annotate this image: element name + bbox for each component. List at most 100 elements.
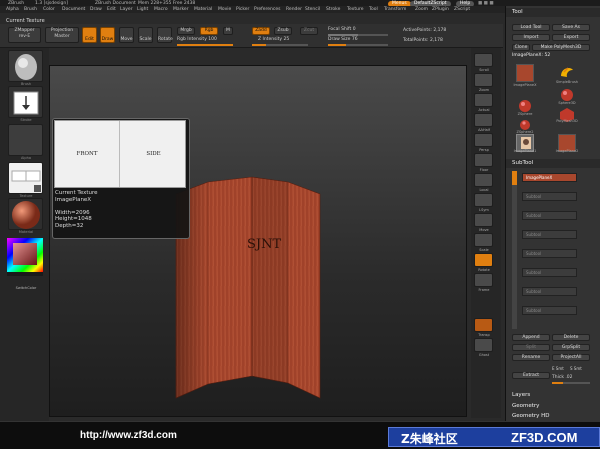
subtool-slot[interactable]: Subtool	[522, 268, 577, 277]
menu-zscript[interactable]: ZScript	[454, 7, 470, 12]
mrgb-button[interactable]: Mrgb	[177, 27, 195, 35]
draw-button[interactable]: Draw	[100, 27, 115, 43]
subtool-slot[interactable]: Subtool	[522, 230, 577, 239]
subtool-slot[interactable]: Subtool	[522, 249, 577, 258]
menu-material[interactable]: Material	[194, 7, 212, 12]
subtool-scrollbar[interactable]	[512, 171, 517, 329]
lsym-button[interactable]	[474, 193, 493, 207]
save-as-button[interactable]: Save As	[552, 24, 590, 31]
switch-color-label[interactable]: SwitchColor	[6, 286, 46, 290]
project-all-button[interactable]: ProjectAll	[552, 354, 590, 361]
texture-thumbnail[interactable]	[8, 162, 43, 194]
s-smt-label[interactable]: S Smt	[570, 366, 582, 371]
current-tool-label: ImagePlaneX: 52	[512, 53, 551, 58]
menu-brush[interactable]: Brush	[24, 7, 37, 12]
thick-slider[interactable]	[552, 382, 590, 384]
rotate-button[interactable]: Rotate	[157, 27, 173, 43]
menu-texture[interactable]: Texture	[347, 7, 363, 12]
material-thumbnail[interactable]	[8, 198, 43, 230]
menu-preferences[interactable]: Preferences	[254, 7, 280, 12]
subtool-scroll-thumb[interactable]	[512, 171, 517, 185]
scale-button[interactable]: Scale	[138, 27, 153, 43]
menu-stencil[interactable]: Stencil	[305, 7, 320, 12]
color-picker[interactable]	[7, 238, 43, 276]
geometry-header[interactable]: Geometry	[506, 402, 600, 411]
scroll-button[interactable]	[474, 53, 493, 67]
load-tool-button[interactable]: Load Tool	[512, 24, 550, 31]
menu-layer[interactable]: Layer	[120, 7, 133, 12]
zcut-button[interactable]: Zcut	[300, 27, 318, 35]
imageplane2-label: ImagePlane2	[555, 149, 579, 153]
tool-panel-title[interactable]: Tool	[506, 8, 600, 17]
imageplane-tool-icon[interactable]	[516, 64, 534, 82]
menu-render[interactable]: Render	[286, 7, 302, 12]
projection-master-button[interactable]: Projection Master	[45, 27, 79, 43]
menu-transform[interactable]: Transform	[384, 7, 406, 12]
edit-button[interactable]: Edit	[82, 27, 97, 43]
subtool-item[interactable]: ImagePlaneX	[522, 173, 577, 182]
grp-split-button[interactable]: GrpSplit	[552, 344, 590, 351]
import-button[interactable]: Import	[512, 34, 550, 41]
make-polymesh-button[interactable]: Make PolyMesh3D	[532, 44, 590, 51]
menu-zoom[interactable]: Zoom	[415, 7, 428, 12]
draw-size-slider[interactable]	[328, 44, 388, 46]
persp-button[interactable]	[474, 133, 493, 147]
actual-button[interactable]	[474, 93, 493, 107]
menu-tool[interactable]: Tool	[369, 7, 378, 12]
append-button[interactable]: Append	[512, 334, 550, 341]
menu-stroke[interactable]: Stroke	[326, 7, 340, 12]
extract-button[interactable]: Extract	[512, 372, 550, 379]
zmapper-button[interactable]: ZMapper rev-E	[8, 27, 41, 43]
menu-zplugin[interactable]: ZPlugin	[432, 7, 449, 12]
lsym-label: LSym	[479, 208, 489, 212]
geometry-hd-header[interactable]: Geometry HD	[506, 412, 600, 421]
brush-thumbnail[interactable]	[8, 50, 43, 82]
scale-view-button[interactable]	[474, 233, 493, 247]
window-controls[interactable]: ■ ■ ■	[478, 1, 494, 6]
clone-button[interactable]: Clone	[512, 44, 530, 51]
subtool-slot[interactable]: Subtool	[522, 306, 577, 315]
zsub-button[interactable]: Zsub	[274, 27, 292, 35]
active-points-readout: ActivePoints: 2,178	[403, 28, 447, 33]
subtool-slot[interactable]: Subtool	[522, 287, 577, 296]
subtool-slot[interactable]: Subtool	[522, 211, 577, 220]
menu-document[interactable]: Document	[62, 7, 85, 12]
alpha-label: Alpha	[21, 156, 31, 160]
menu-marker[interactable]: Marker	[173, 7, 189, 12]
stroke-thumbnail[interactable]	[8, 86, 43, 118]
transp-button[interactable]	[474, 318, 493, 332]
ghost-button[interactable]	[474, 338, 493, 352]
move-button[interactable]: Move	[119, 27, 134, 43]
export-button[interactable]: Export	[552, 34, 590, 41]
subtool-slot[interactable]: Subtool	[522, 192, 577, 201]
zoom-button[interactable]	[474, 73, 493, 87]
menu-picker[interactable]: Picker	[236, 7, 249, 12]
rgb-intensity-slider[interactable]	[177, 44, 233, 46]
rgb-button[interactable]: Rgb	[200, 27, 218, 35]
local-button[interactable]	[474, 173, 493, 187]
floor-button[interactable]	[474, 153, 493, 167]
frame-button[interactable]	[474, 273, 493, 287]
menu-alpha[interactable]: Alpha	[6, 7, 19, 12]
aahalf-button[interactable]	[474, 113, 493, 127]
rename-button[interactable]: Rename	[512, 354, 550, 361]
menu-draw[interactable]: Draw	[90, 7, 102, 12]
m-button[interactable]: M	[223, 27, 233, 35]
e-smt-label[interactable]: E Smt	[552, 366, 564, 371]
move-view-button[interactable]	[474, 213, 493, 227]
menu-edit[interactable]: Edit	[107, 7, 116, 12]
rotate-view-button[interactable]	[474, 253, 493, 267]
menu-color[interactable]: Color	[43, 7, 55, 12]
delete-button[interactable]: Delete	[552, 334, 590, 341]
focal-shift-slider[interactable]	[328, 34, 388, 36]
menu-light[interactable]: Light	[137, 7, 148, 12]
layers-header[interactable]: Layers	[506, 391, 600, 400]
menu-macro[interactable]: Macro	[154, 7, 168, 12]
alpha-thumbnail[interactable]	[8, 124, 43, 156]
menu-movie[interactable]: Movie	[218, 7, 231, 12]
subtool-header[interactable]: SubTool	[506, 159, 600, 168]
z-intensity-slider[interactable]	[252, 44, 308, 46]
simplebrush-icon[interactable]	[558, 62, 576, 80]
zadd-button[interactable]: Zadd	[252, 27, 270, 35]
split-button[interactable]: Split	[512, 344, 550, 351]
